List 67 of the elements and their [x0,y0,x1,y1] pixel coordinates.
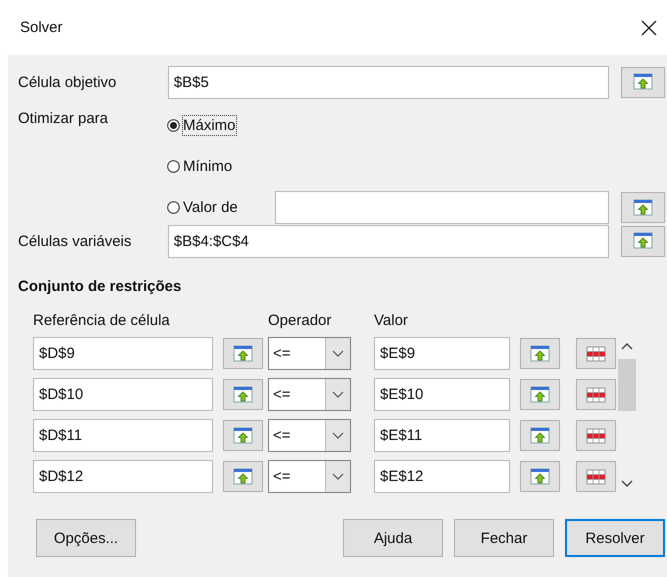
dialog-button[interactable]: Ajuda [343,519,443,557]
input-field[interactable]: $E$10 [374,378,510,411]
delete-row-icon [586,468,606,484]
input-field[interactable]: $E$9 [374,337,510,370]
select-range-icon [530,468,550,486]
field-label: Células variáveis [18,232,132,250]
operator-dropdown[interactable]: <= [268,378,351,411]
operator-dropdown[interactable]: <= [268,337,351,370]
select-range-icon [530,344,550,362]
dialog-button[interactable]: Resolver [565,519,665,557]
input-field[interactable]: $E$12 [374,460,510,493]
input-field[interactable]: $D$11 [33,419,213,452]
select-range-icon [530,386,550,404]
dialog-button[interactable]: Opções... [36,519,136,557]
select-range-icon [633,232,654,250]
select-range-icon [633,198,653,216]
select-range-icon [530,426,550,444]
column-header: Operador [268,312,332,329]
field-label: Otimizar para [18,109,110,129]
chevron-down-icon [332,432,344,440]
input-field[interactable]: $E$11 [374,419,510,452]
window-title: Solver [20,19,63,36]
delete-button[interactable] [576,338,616,369]
input-field[interactable] [275,191,609,224]
shrink-button[interactable] [520,338,560,369]
shrink-button[interactable] [520,379,560,410]
close-icon[interactable] [641,20,657,36]
input-field[interactable]: $D$10 [33,378,213,411]
input-field[interactable]: $D$12 [33,460,213,493]
shrink-button[interactable] [223,338,263,369]
scroll-down-icon[interactable] [620,479,634,489]
select-range-icon [233,344,253,362]
shrink-button[interactable] [223,379,263,410]
input-field[interactable]: $D$9 [33,337,213,370]
column-header: Valor [374,312,409,329]
column-header: Referência de célula [33,312,171,329]
shrink-button[interactable] [223,461,263,492]
select-range-icon [233,386,253,404]
input-field[interactable]: $B$5 [168,66,610,98]
input-field[interactable]: $B$4:$C$4 [168,224,610,258]
select-range-icon [233,426,253,444]
field-label: Célula objetivo [18,74,118,90]
shrink-button[interactable] [621,226,666,256]
operator-dropdown[interactable]: <= [268,460,351,493]
chevron-down-icon [332,472,344,480]
delete-row-icon [586,428,606,444]
select-range-icon [633,73,654,91]
shrink-button[interactable] [520,420,560,451]
shrink-button[interactable] [621,66,666,98]
section-heading: Conjunto de restrições [18,278,182,295]
delete-button[interactable] [576,420,616,451]
radio-button[interactable]: Máximo [167,114,236,136]
delete-row-icon [586,346,606,362]
chevron-down-icon [332,390,344,398]
delete-button[interactable] [576,379,616,410]
shrink-button[interactable] [223,420,263,451]
delete-button[interactable] [576,461,616,492]
radio-button[interactable]: Mínimo [167,156,232,178]
scroll-up-icon[interactable] [620,341,634,351]
operator-dropdown[interactable]: <= [268,419,351,452]
delete-row-icon [586,386,606,402]
dialog-button[interactable]: Fechar [454,519,554,557]
shrink-button[interactable] [520,461,560,492]
select-range-icon [233,468,253,486]
shrink-button[interactable] [621,192,665,223]
chevron-down-icon [332,350,344,358]
radio-button[interactable]: Valor de [167,196,272,218]
